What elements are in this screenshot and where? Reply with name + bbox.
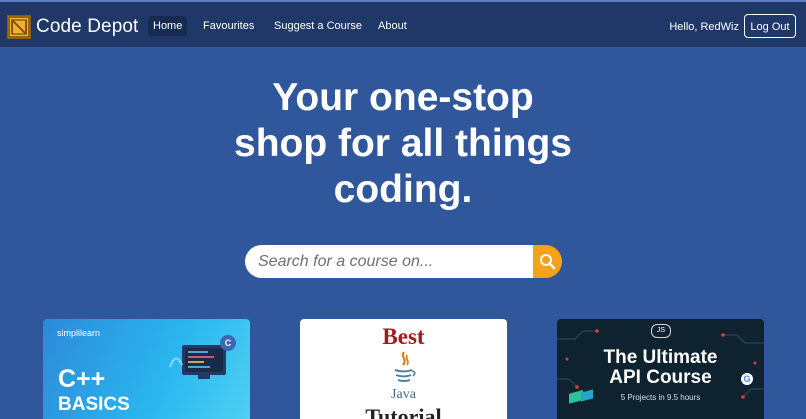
search-button[interactable]	[533, 245, 562, 278]
card-brand: simplilearn	[57, 328, 101, 338]
user-greeting: Hello, RedWiz	[669, 21, 739, 33]
card-subtitle: 5 Projects in 9.5 hours	[620, 393, 701, 402]
java-cup-icon	[394, 351, 416, 382]
hero-line: shop for all things	[234, 122, 572, 165]
hero-line: Your one-stop	[272, 76, 534, 119]
svg-text:C: C	[225, 338, 232, 348]
brand[interactable]: Code Depot	[7, 15, 138, 39]
navbar: Code Depot Home Favourites Suggest a Cou…	[0, 0, 806, 47]
nav-home[interactable]: Home	[148, 16, 188, 36]
card-title: C++ BASICS	[58, 365, 130, 417]
card-title-sub: BASICS	[58, 394, 130, 415]
card-title-line: API Course	[609, 367, 712, 388]
brand-name: Code Depot	[36, 16, 139, 37]
nav-suggest-course[interactable]: Suggest a Course	[269, 16, 367, 36]
java-logo-text: Java	[391, 387, 416, 402]
js-badge: JS	[651, 324, 671, 338]
course-card-api[interactable]: JS The Ultimate API Course G 5 Projects …	[557, 319, 764, 419]
nav-favourites[interactable]: Favourites	[198, 16, 259, 36]
crate-logo-icon	[7, 15, 31, 39]
nav-about[interactable]: About	[373, 16, 412, 36]
search-input[interactable]	[245, 245, 533, 278]
logout-button[interactable]: Log Out	[744, 14, 796, 38]
card-title: Best	[382, 324, 425, 349]
card-title: The Ultimate API Course	[557, 348, 764, 388]
monitor-illustration: C	[169, 335, 236, 379]
hero-line: coding.	[333, 168, 473, 211]
search-icon	[540, 254, 556, 270]
hero-heading: Your one-stop shop for all things coding…	[0, 75, 806, 213]
google-icon: G	[741, 373, 753, 385]
card-title-line: The Ultimate	[603, 347, 718, 368]
course-card-java[interactable]: Best Java Tutorial	[300, 319, 507, 419]
course-card-cpp[interactable]: simplilearn C C++ BASICS	[43, 319, 250, 419]
search-bar	[245, 245, 562, 278]
card-title-main: C++	[58, 365, 106, 393]
card-subtitle: Tutorial	[365, 404, 442, 419]
